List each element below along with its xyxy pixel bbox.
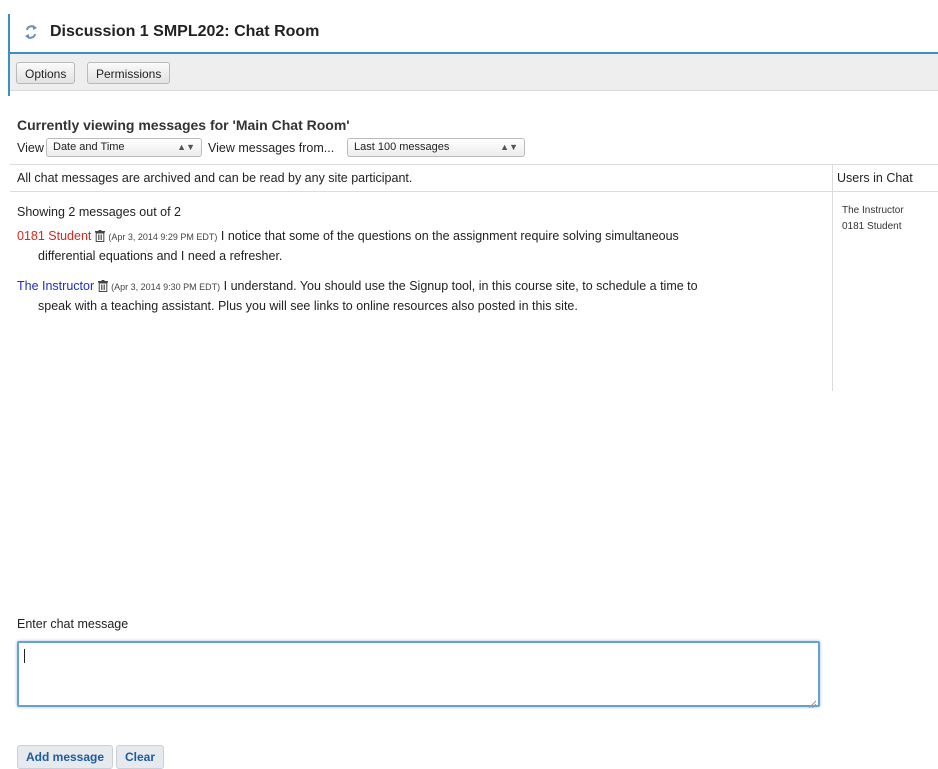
chat-message: 0181 Student (Apr 3, 2014 9:29 PM EDT) I … bbox=[17, 227, 807, 265]
message-range-select[interactable]: Last 100 messages ▲▼ bbox=[347, 138, 525, 157]
room-heading: Currently viewing messages for 'Main Cha… bbox=[17, 117, 350, 133]
archive-notice: All chat messages are archived and can b… bbox=[17, 171, 413, 185]
message-range-value: Last 100 messages bbox=[354, 141, 450, 153]
message-text-continued: differential equations and I need a refr… bbox=[38, 249, 283, 263]
user-item: The Instructor bbox=[842, 205, 904, 216]
view-from-label: View messages from... bbox=[208, 141, 335, 155]
users-column-divider bbox=[832, 165, 833, 391]
page-title: Discussion 1 SMPL202: Chat Room bbox=[50, 23, 320, 40]
view-label: View bbox=[17, 141, 44, 155]
options-button[interactable]: Options bbox=[16, 62, 76, 84]
select-arrows-icon: ▲▼ bbox=[177, 142, 195, 152]
users-in-chat-heading: Users in Chat bbox=[837, 171, 913, 185]
add-message-button[interactable]: Add message bbox=[17, 745, 114, 769]
message-sender[interactable]: 0181 Student bbox=[17, 229, 91, 243]
reset-icon[interactable] bbox=[24, 24, 38, 40]
view-order-value: Date and Time bbox=[53, 141, 125, 153]
view-order-select[interactable]: Date and Time ▲▼ bbox=[46, 138, 202, 157]
users-in-chat-list: The Instructor 0181 Student bbox=[842, 203, 904, 235]
clear-button[interactable]: Clear bbox=[116, 745, 165, 769]
user-item: 0181 Student bbox=[842, 221, 902, 232]
message-timestamp: (Apr 3, 2014 9:29 PM EDT) bbox=[108, 232, 218, 242]
message-text: I understand. You should use the Signup … bbox=[223, 279, 698, 293]
message-count: Showing 2 messages out of 2 bbox=[17, 205, 181, 219]
message-text-continued: speak with a teaching assistant. Plus yo… bbox=[38, 299, 578, 313]
trash-icon[interactable] bbox=[98, 279, 109, 297]
toolbar: Options Permissions bbox=[10, 54, 938, 91]
permissions-button[interactable]: Permissions bbox=[87, 62, 171, 84]
message-timestamp: (Apr 3, 2014 9:30 PM EDT) bbox=[111, 282, 221, 292]
resize-grip-icon[interactable] bbox=[808, 695, 817, 709]
text-caret bbox=[24, 649, 25, 663]
title-bar: Discussion 1 SMPL202: Chat Room bbox=[10, 14, 938, 54]
archive-notice-row: All chat messages are archived and can b… bbox=[10, 164, 938, 391]
chat-message-input[interactable] bbox=[17, 641, 820, 709]
message-sender[interactable]: The Instructor bbox=[17, 279, 94, 293]
trash-icon[interactable] bbox=[95, 229, 106, 247]
chat-message: The Instructor (Apr 3, 2014 9:30 PM EDT) … bbox=[17, 277, 807, 315]
chat-input-label: Enter chat message bbox=[17, 617, 129, 631]
select-arrows-icon: ▲▼ bbox=[500, 142, 518, 152]
message-text: I notice that some of the questions on t… bbox=[220, 229, 679, 243]
